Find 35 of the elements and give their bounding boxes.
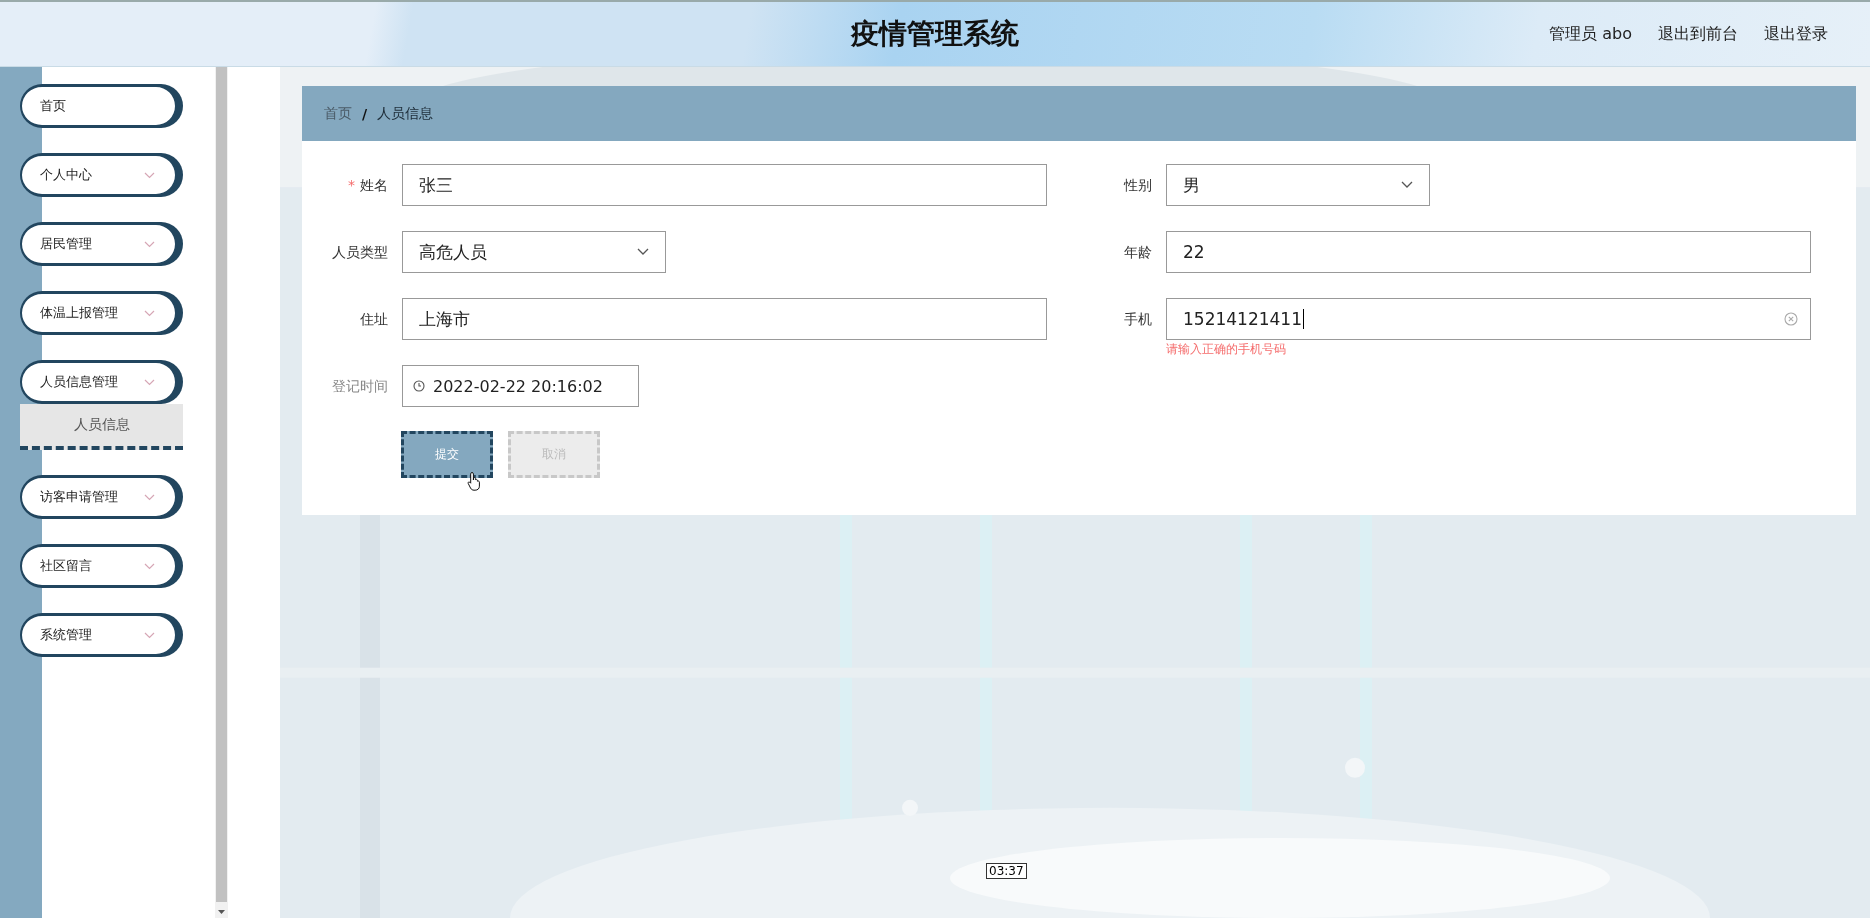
header-link[interactable]: 退出到前台 (1658, 23, 1738, 45)
field-label: 住址 (359, 310, 388, 329)
chevron-down-icon (144, 631, 155, 639)
field-label: 性别 (1122, 176, 1152, 195)
select-field[interactable]: 高危人员 (402, 231, 666, 273)
input-field[interactable]: 上海市 (402, 298, 1047, 340)
chevron-down-icon (144, 378, 155, 386)
input-field[interactable]: 22 (1166, 231, 1811, 273)
chevron-down-icon (144, 309, 155, 317)
clear-icon[interactable] (1784, 312, 1798, 326)
video-time-tooltip: 03:37 (986, 863, 1027, 879)
field-label: * 姓名 (347, 176, 388, 195)
chevron-down-icon (637, 248, 649, 256)
header-link[interactable]: 退出登录 (1764, 23, 1828, 45)
header-link[interactable]: 管理员 abo (1549, 23, 1632, 45)
chevron-down-icon (144, 493, 155, 501)
chevron-down-icon (1401, 181, 1413, 189)
scroll-down-arrow-icon[interactable] (218, 910, 225, 914)
breadcrumb-link[interactable]: 人员信息 (377, 104, 434, 123)
input-field[interactable]: 张三 (402, 164, 1047, 206)
field-label: 人员类型 (331, 243, 388, 262)
field-label: 年龄 (1123, 243, 1152, 262)
scrollbar[interactable] (215, 67, 228, 918)
field-label: 登记时间 (331, 377, 388, 396)
clock-icon (413, 380, 425, 392)
select-field[interactable]: 男 (1166, 164, 1430, 206)
input-field[interactable]: 15214121411 (1166, 298, 1811, 340)
chevron-down-icon (144, 240, 155, 248)
error-message: 请输入正确的手机号码 (1166, 342, 1287, 356)
breadcrumb-separator: / (362, 105, 368, 122)
submenu-item[interactable]: 人员信息 (20, 404, 183, 450)
chevron-down-icon (144, 562, 155, 570)
chevron-down-icon (144, 171, 155, 179)
app-title: 疫情管理系统 (851, 16, 1019, 52)
field-label: 手机 (1123, 310, 1152, 329)
